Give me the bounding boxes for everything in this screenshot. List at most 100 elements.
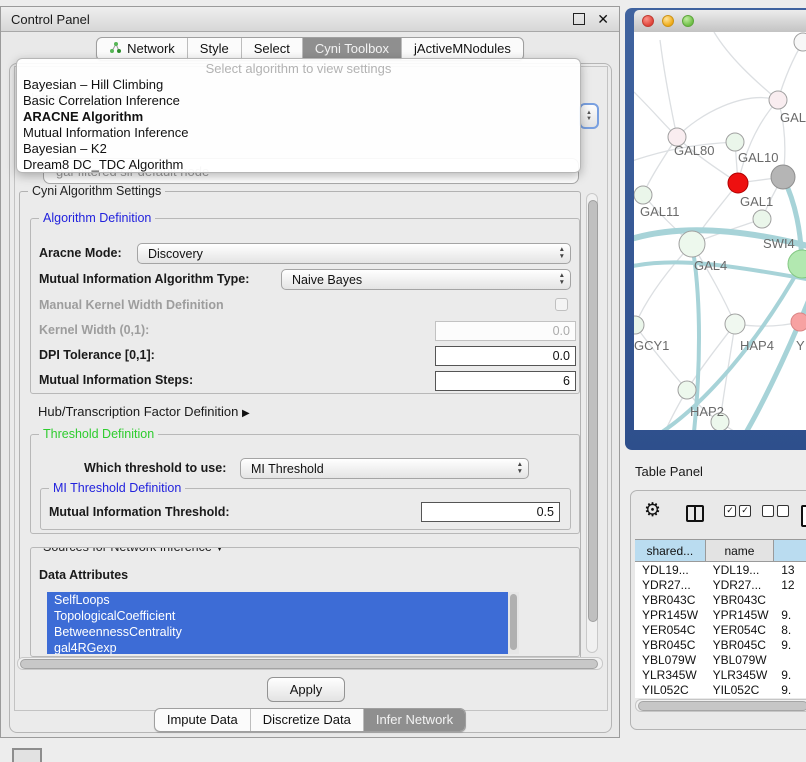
document-icon[interactable]: [801, 505, 806, 527]
mi-steps-label: Mutual Information Steps:: [39, 373, 193, 387]
data-attributes-list: SelfLoops TopologicalCoefficient Between…: [47, 592, 519, 654]
node-label: GAL: [780, 110, 806, 125]
network-canvas[interactable]: GALGAL80GAL10GAL1GAL11SWI4GAL4GCY1HAP4YH…: [634, 32, 806, 430]
aracne-mode-combo[interactable]: Discovery ▲▼: [137, 243, 571, 264]
dropdown-item[interactable]: Basic Correlation Inference: [17, 93, 580, 109]
manual-kernel-checkbox[interactable]: [555, 298, 568, 311]
table-row[interactable]: YER054CYER054C8.: [635, 622, 806, 637]
attribute-item-selected[interactable]: TopologicalCoefficient: [47, 608, 508, 624]
network-node[interactable]: [634, 186, 652, 204]
unchecked-pair-icon[interactable]: [762, 505, 789, 517]
dropdown-item[interactable]: Bayesian – Hill Climbing: [17, 77, 580, 93]
aracne-mode-label: Aracne Mode:: [39, 246, 122, 260]
attribute-item-selected[interactable]: BetweennessCentrality: [47, 624, 508, 640]
table-cell: YBR043C: [635, 592, 706, 607]
tab-select[interactable]: Select: [242, 38, 303, 60]
tab-cyni-toolbox[interactable]: Cyni Toolbox: [303, 38, 402, 60]
tab-jactivemnodules[interactable]: jActiveMNodules: [402, 38, 523, 60]
attribute-item-selected[interactable]: SelfLoops: [47, 592, 508, 608]
mi-steps-field[interactable]: 6: [435, 371, 576, 391]
table-cell: YDL19...: [706, 562, 775, 577]
network-view-window[interactable]: GALGAL80GAL10GAL1GAL11SWI4GAL4GCY1HAP4YH…: [625, 8, 806, 450]
table-row[interactable]: YBR043CYBR043C: [635, 592, 806, 607]
table-row[interactable]: YDL19...YDL19...13: [635, 562, 806, 577]
table-cell: YBR043C: [706, 592, 775, 607]
node-label: HAP4: [740, 338, 774, 353]
zoom-traffic-light[interactable]: [682, 15, 694, 27]
tab-style[interactable]: Style: [188, 38, 242, 60]
tab-infer-network[interactable]: Infer Network: [364, 709, 465, 731]
checked-pair-icon[interactable]: ✓✓: [724, 505, 751, 517]
network-node[interactable]: [726, 133, 744, 151]
float-window-icon[interactable]: [573, 13, 585, 25]
hub-definition-label: Hub/Transcription Factor Definition: [38, 404, 238, 419]
node-label: Y: [796, 338, 805, 353]
network-node[interactable]: [725, 314, 745, 334]
network-node[interactable]: [794, 33, 806, 51]
table-cell: YLR345W: [706, 667, 775, 682]
which-threshold-combo[interactable]: MI Threshold ▲▼: [240, 458, 529, 479]
hub-definition-expander[interactable]: Hub/Transcription Factor Definition ▶: [38, 404, 250, 419]
table-row[interactable]: YBR045CYBR045C9.: [635, 637, 806, 652]
tab-network[interactable]: Network: [97, 38, 188, 60]
table-row[interactable]: YIL052CYIL052C9.: [635, 682, 806, 697]
tab-discretize-data[interactable]: Discretize Data: [251, 709, 364, 731]
network-node[interactable]: [791, 313, 806, 331]
tab-impute-data[interactable]: Impute Data: [155, 709, 251, 731]
combo-arrows-icon: ▲▼: [517, 461, 523, 475]
table-row[interactable]: YDR27...YDR27...12: [635, 577, 806, 592]
table-cell: YER054C: [635, 622, 706, 637]
dropdown-item[interactable]: Mutual Information Inference: [17, 125, 580, 141]
gear-icon[interactable]: ⚙: [644, 499, 661, 522]
dpi-tolerance-field[interactable]: 0.0: [435, 346, 576, 366]
network-node[interactable]: [634, 316, 644, 334]
mi-type-label: Mutual Information Algorithm Type:: [39, 272, 249, 286]
table-cell: YBR045C: [635, 637, 706, 652]
column-header-name[interactable]: name: [706, 540, 775, 561]
dropdown-item[interactable]: Dream8 DC_TDC Algorithm: [17, 157, 580, 173]
table-cell: 9.: [774, 667, 806, 682]
network-node[interactable]: [788, 250, 806, 278]
expanded-arrow-icon: ▼: [212, 547, 225, 554]
column-header-shared-name[interactable]: shared...: [635, 540, 706, 561]
table-panel-title: Table Panel: [635, 464, 703, 479]
column-header-partial[interactable]: [774, 540, 806, 561]
close-traffic-light[interactable]: [642, 15, 654, 27]
table-cell: [774, 652, 806, 667]
algorithm-combo-button[interactable]: ▲▼: [579, 103, 599, 129]
table-row[interactable]: YPR145WYPR145W9.: [635, 607, 806, 622]
network-node[interactable]: [769, 91, 787, 109]
node-label: GAL4: [694, 258, 727, 273]
kernel-width-field[interactable]: 0.0: [435, 321, 576, 341]
tab-label: Style: [200, 41, 229, 56]
settings-horizontal-scrollbar[interactable]: [17, 657, 603, 670]
table-horizontal-scrollbar[interactable]: [635, 699, 806, 712]
network-node[interactable]: [679, 231, 705, 257]
attribute-item-selected[interactable]: gal4RGexp: [47, 640, 508, 654]
network-node[interactable]: [678, 381, 696, 399]
list-scrollbar[interactable]: [508, 592, 519, 654]
network-node[interactable]: [753, 210, 771, 228]
minimize-traffic-light[interactable]: [662, 15, 674, 27]
mi-type-combo[interactable]: Naive Bayes ▲▼: [281, 269, 571, 290]
mi-threshold-field[interactable]: 0.5: [421, 502, 560, 522]
group-title: Algorithm Definition: [39, 211, 155, 225]
dropdown-item[interactable]: Bayesian – K2: [17, 141, 580, 157]
network-window-titlebar[interactable]: [634, 10, 806, 33]
dropdown-item-selected[interactable]: ARACNE Algorithm: [17, 109, 580, 125]
close-icon[interactable]: ✕: [597, 14, 609, 24]
network-node[interactable]: [771, 165, 795, 189]
table-row[interactable]: YBL079WYBL079W: [635, 652, 806, 667]
split-columns-icon[interactable]: [686, 505, 704, 522]
threshold-definition-group: Threshold Definition Which threshold to …: [30, 434, 580, 534]
sources-title: Sources for Network Inference: [43, 547, 212, 554]
table-cell: 9.: [774, 682, 806, 697]
settings-vertical-scrollbar[interactable]: [586, 193, 598, 653]
table-body: YDL19...YDL19...13YDR27...YDR27...12YBR0…: [635, 562, 806, 697]
table-cell: YER054C: [706, 622, 775, 637]
node-label: GAL1: [740, 194, 773, 209]
table-row[interactable]: YLR345WYLR345W9.: [635, 667, 806, 682]
apply-button[interactable]: Apply: [267, 677, 345, 702]
collapsed-panel-icon[interactable]: [12, 748, 42, 762]
network-node[interactable]: [728, 173, 748, 193]
